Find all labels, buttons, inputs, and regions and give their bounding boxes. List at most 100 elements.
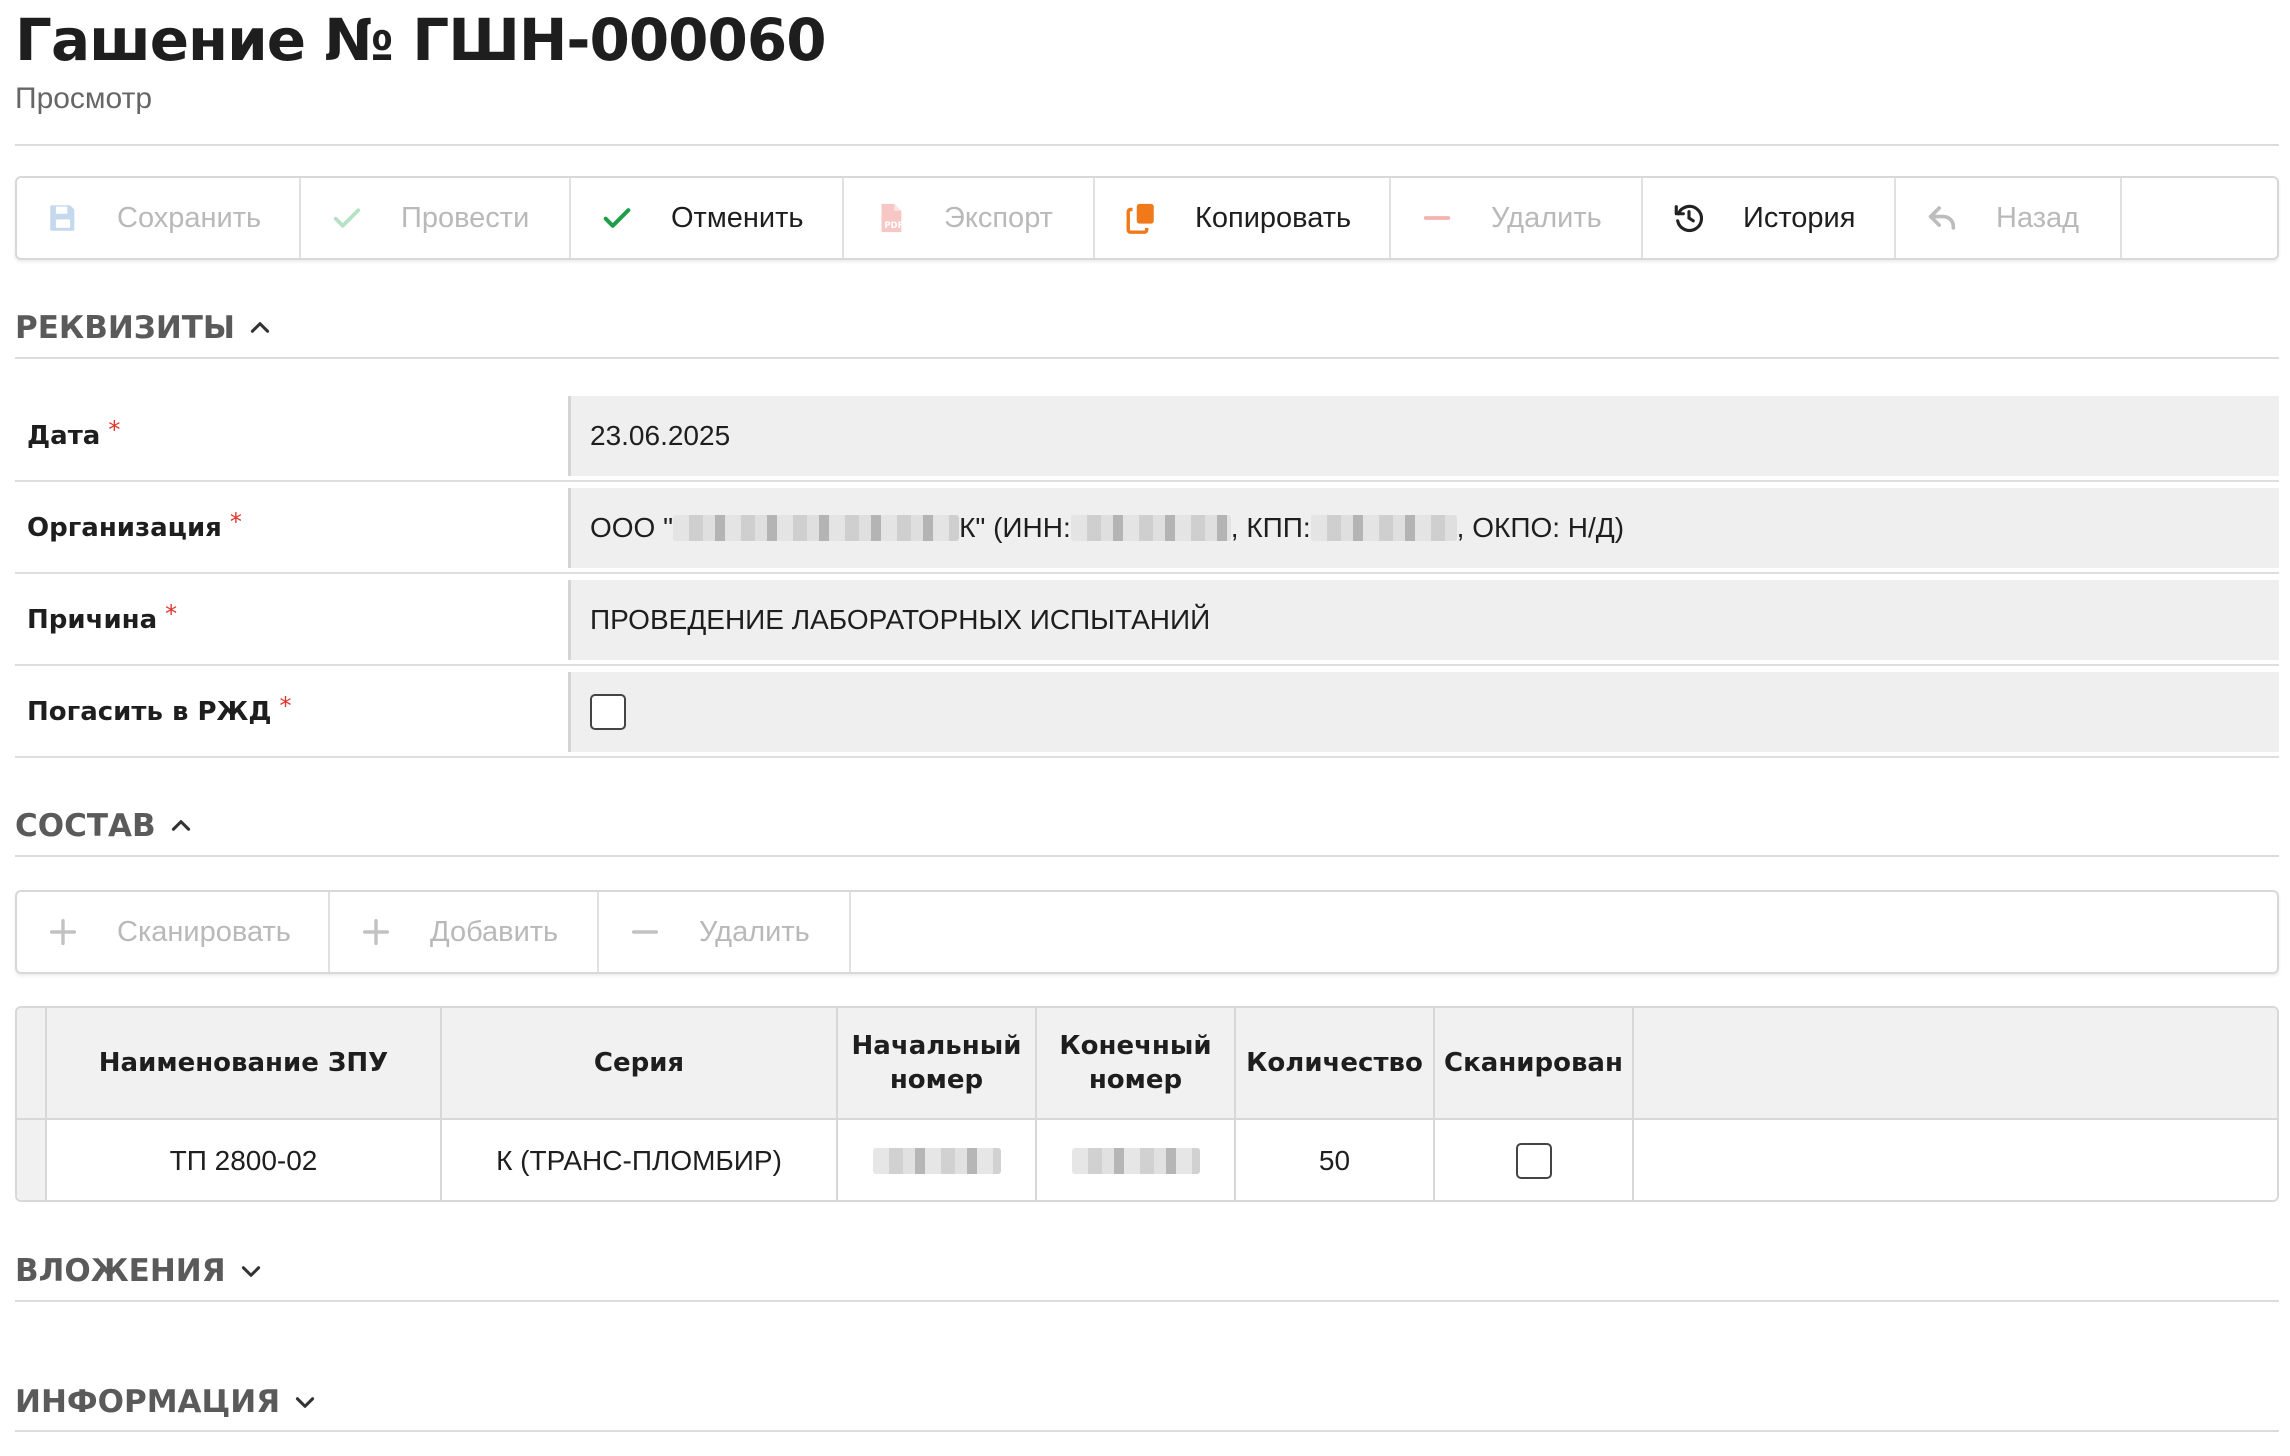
export-button[interactable]: PDF Экспорт	[844, 178, 1095, 258]
check-icon	[599, 200, 635, 236]
history-button-label: История	[1743, 201, 1856, 234]
column-header-start-number[interactable]: Начальный номер	[838, 1008, 1037, 1118]
scan-button-label: Сканировать	[117, 915, 291, 948]
save-icon	[45, 200, 81, 236]
redacted-end-number	[1071, 1148, 1200, 1174]
page-subtitle: Просмотр	[15, 82, 153, 115]
required-marker: *	[108, 416, 121, 444]
post-button-label: Провести	[401, 201, 530, 234]
field-reason-value: ПРОВЕДЕНИЕ ЛАБОРАТОРНЫХ ИСПЫТАНИЙ	[568, 580, 2279, 660]
chevron-down-icon	[296, 1397, 315, 1408]
organization-okpo: , ОКПО: Н/Д)	[1456, 512, 1625, 543]
svg-text:PDF: PDF	[884, 221, 903, 231]
cell-quantity: 50	[1236, 1120, 1435, 1200]
history-button[interactable]: История	[1643, 178, 1896, 258]
field-label: Причина *	[27, 576, 177, 664]
section-composition-header[interactable]: СОСТАВ	[15, 808, 194, 844]
section-divider	[15, 357, 2279, 359]
copy-icon	[1123, 200, 1159, 236]
minus-icon	[1419, 200, 1455, 236]
plus-icon	[358, 914, 394, 950]
cell-end-number	[1037, 1120, 1236, 1200]
back-button[interactable]: Назад	[1896, 178, 2122, 258]
delete-row-button[interactable]: Удалить	[599, 892, 851, 972]
field-date: Дата * 23.06.2025	[15, 392, 2279, 482]
field-label: Организация *	[27, 484, 242, 572]
field-date-value: 23.06.2025	[568, 396, 2279, 476]
section-requisites-header[interactable]: РЕКВИЗИТЫ	[15, 310, 273, 346]
section-information-title: ИНФОРМАЦИЯ	[15, 1384, 281, 1420]
cell-name: ТП 2800-02	[47, 1120, 442, 1200]
field-reason-label: Причина	[27, 605, 158, 635]
toolbar-filler	[2122, 178, 2277, 258]
main-toolbar: Сохранить Провести Отменить PDF Экспорт …	[15, 176, 2279, 260]
toolbar-filler	[851, 892, 2277, 972]
cell-start-number	[838, 1120, 1037, 1200]
delete-row-button-label: Удалить	[699, 915, 810, 948]
section-information-header[interactable]: ИНФОРМАЦИЯ	[15, 1384, 318, 1420]
field-organization-value: ООО " К" (ИНН: , КПП: , ОКПО: Н/Д)	[568, 488, 2279, 568]
save-button[interactable]: Сохранить	[17, 178, 301, 258]
table-row[interactable]: ТП 2800-02 К (ТРАНС-ПЛОМБИР) 50	[17, 1120, 2277, 1200]
back-button-label: Назад	[1996, 201, 2080, 234]
cancel-posting-button-label: Отменить	[671, 201, 804, 234]
copy-button[interactable]: Копировать	[1095, 178, 1391, 258]
organization-inn-label: К" (ИНН:	[959, 512, 1071, 543]
chevron-down-icon	[241, 1266, 260, 1277]
plus-icon	[45, 914, 81, 950]
field-reason: Причина * ПРОВЕДЕНИЕ ЛАБОРАТОРНЫХ ИСПЫТА…	[15, 576, 2279, 666]
delete-button[interactable]: Удалить	[1391, 178, 1643, 258]
section-divider	[15, 855, 2279, 857]
redacted-inn	[1070, 515, 1231, 541]
required-marker: *	[165, 600, 178, 628]
cancel-posting-button[interactable]: Отменить	[571, 178, 844, 258]
add-button[interactable]: Добавить	[330, 892, 599, 972]
column-header-quantity[interactable]: Количество	[1236, 1008, 1435, 1118]
page-title: Гашение № ГШН-000060	[15, 6, 827, 74]
field-cancel-rzd-value	[568, 672, 2279, 752]
copy-button-label: Копировать	[1195, 201, 1352, 234]
save-button-label: Сохранить	[117, 201, 262, 234]
column-header-series[interactable]: Серия	[442, 1008, 838, 1118]
column-header-end-number[interactable]: Конечный номер	[1037, 1008, 1236, 1118]
field-date-label: Дата	[27, 421, 101, 451]
field-cancel-rzd: Погасить в РЖД *	[15, 668, 2279, 758]
chevron-up-icon	[250, 322, 270, 333]
field-organization-label: Организация	[27, 513, 222, 543]
row-selector[interactable]	[17, 1120, 47, 1200]
minus-icon	[627, 914, 663, 950]
column-header-name[interactable]: Наименование ЗПУ	[47, 1008, 442, 1118]
export-button-label: Экспорт	[944, 201, 1053, 234]
post-button[interactable]: Провести	[301, 178, 571, 258]
back-arrow-icon	[1924, 200, 1960, 236]
column-header-scanned[interactable]: Сканирован	[1435, 1008, 1634, 1118]
chevron-up-icon	[171, 820, 190, 831]
required-marker: *	[229, 508, 242, 536]
organization-kpp-label: , КПП:	[1230, 512, 1311, 543]
section-divider	[15, 1430, 2279, 1432]
check-icon	[329, 200, 365, 236]
scanned-checkbox[interactable]	[1515, 1143, 1552, 1179]
field-organization: Организация * ООО " К" (ИНН: , КПП: , ОКПО:…	[15, 484, 2279, 574]
add-button-label: Добавить	[430, 915, 559, 948]
composition-toolbar: Сканировать Добавить Удалить	[15, 890, 2279, 974]
field-cancel-rzd-label: Погасить в РЖД	[27, 697, 272, 727]
composition-table: Наименование ЗПУ Серия Начальный номер К…	[15, 1006, 2279, 1202]
scan-button[interactable]: Сканировать	[17, 892, 330, 972]
history-icon	[1671, 200, 1707, 236]
row-selector-header	[17, 1008, 47, 1118]
field-label: Погасить в РЖД *	[27, 668, 292, 756]
redacted-org-name	[673, 515, 960, 541]
section-composition-title: СОСТАВ	[15, 808, 156, 844]
table-header: Наименование ЗПУ Серия Начальный номер К…	[17, 1008, 2277, 1120]
redacted-kpp	[1310, 515, 1457, 541]
title-divider	[15, 144, 2279, 146]
cancel-rzd-checkbox[interactable]	[590, 694, 626, 730]
section-requisites-title: РЕКВИЗИТЫ	[15, 310, 236, 346]
cell-series: К (ТРАНС-ПЛОМБИР)	[442, 1120, 838, 1200]
section-attachments-header[interactable]: ВЛОЖЕНИЯ	[15, 1253, 264, 1289]
cell-scanned	[1435, 1120, 1634, 1200]
pdf-icon: PDF	[872, 200, 908, 236]
section-divider	[15, 1300, 2279, 1302]
delete-button-label: Удалить	[1491, 201, 1602, 234]
